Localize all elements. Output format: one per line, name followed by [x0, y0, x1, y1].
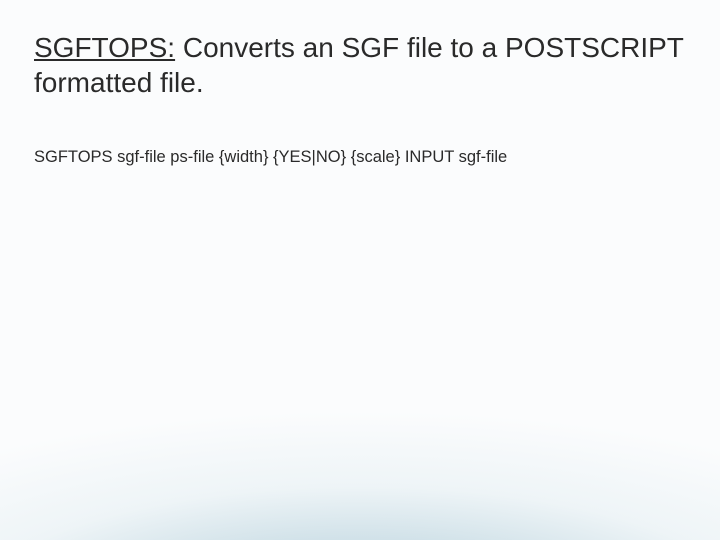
slide: SGFTOPS: Converts an SGF file to a POSTS… — [0, 0, 720, 540]
slide-title: SGFTOPS: Converts an SGF file to a POSTS… — [34, 30, 686, 100]
title-command: SGFTOPS: — [34, 32, 175, 63]
usage-line: SGFTOPS sgf-file ps-file {width} {YES|NO… — [34, 148, 686, 167]
